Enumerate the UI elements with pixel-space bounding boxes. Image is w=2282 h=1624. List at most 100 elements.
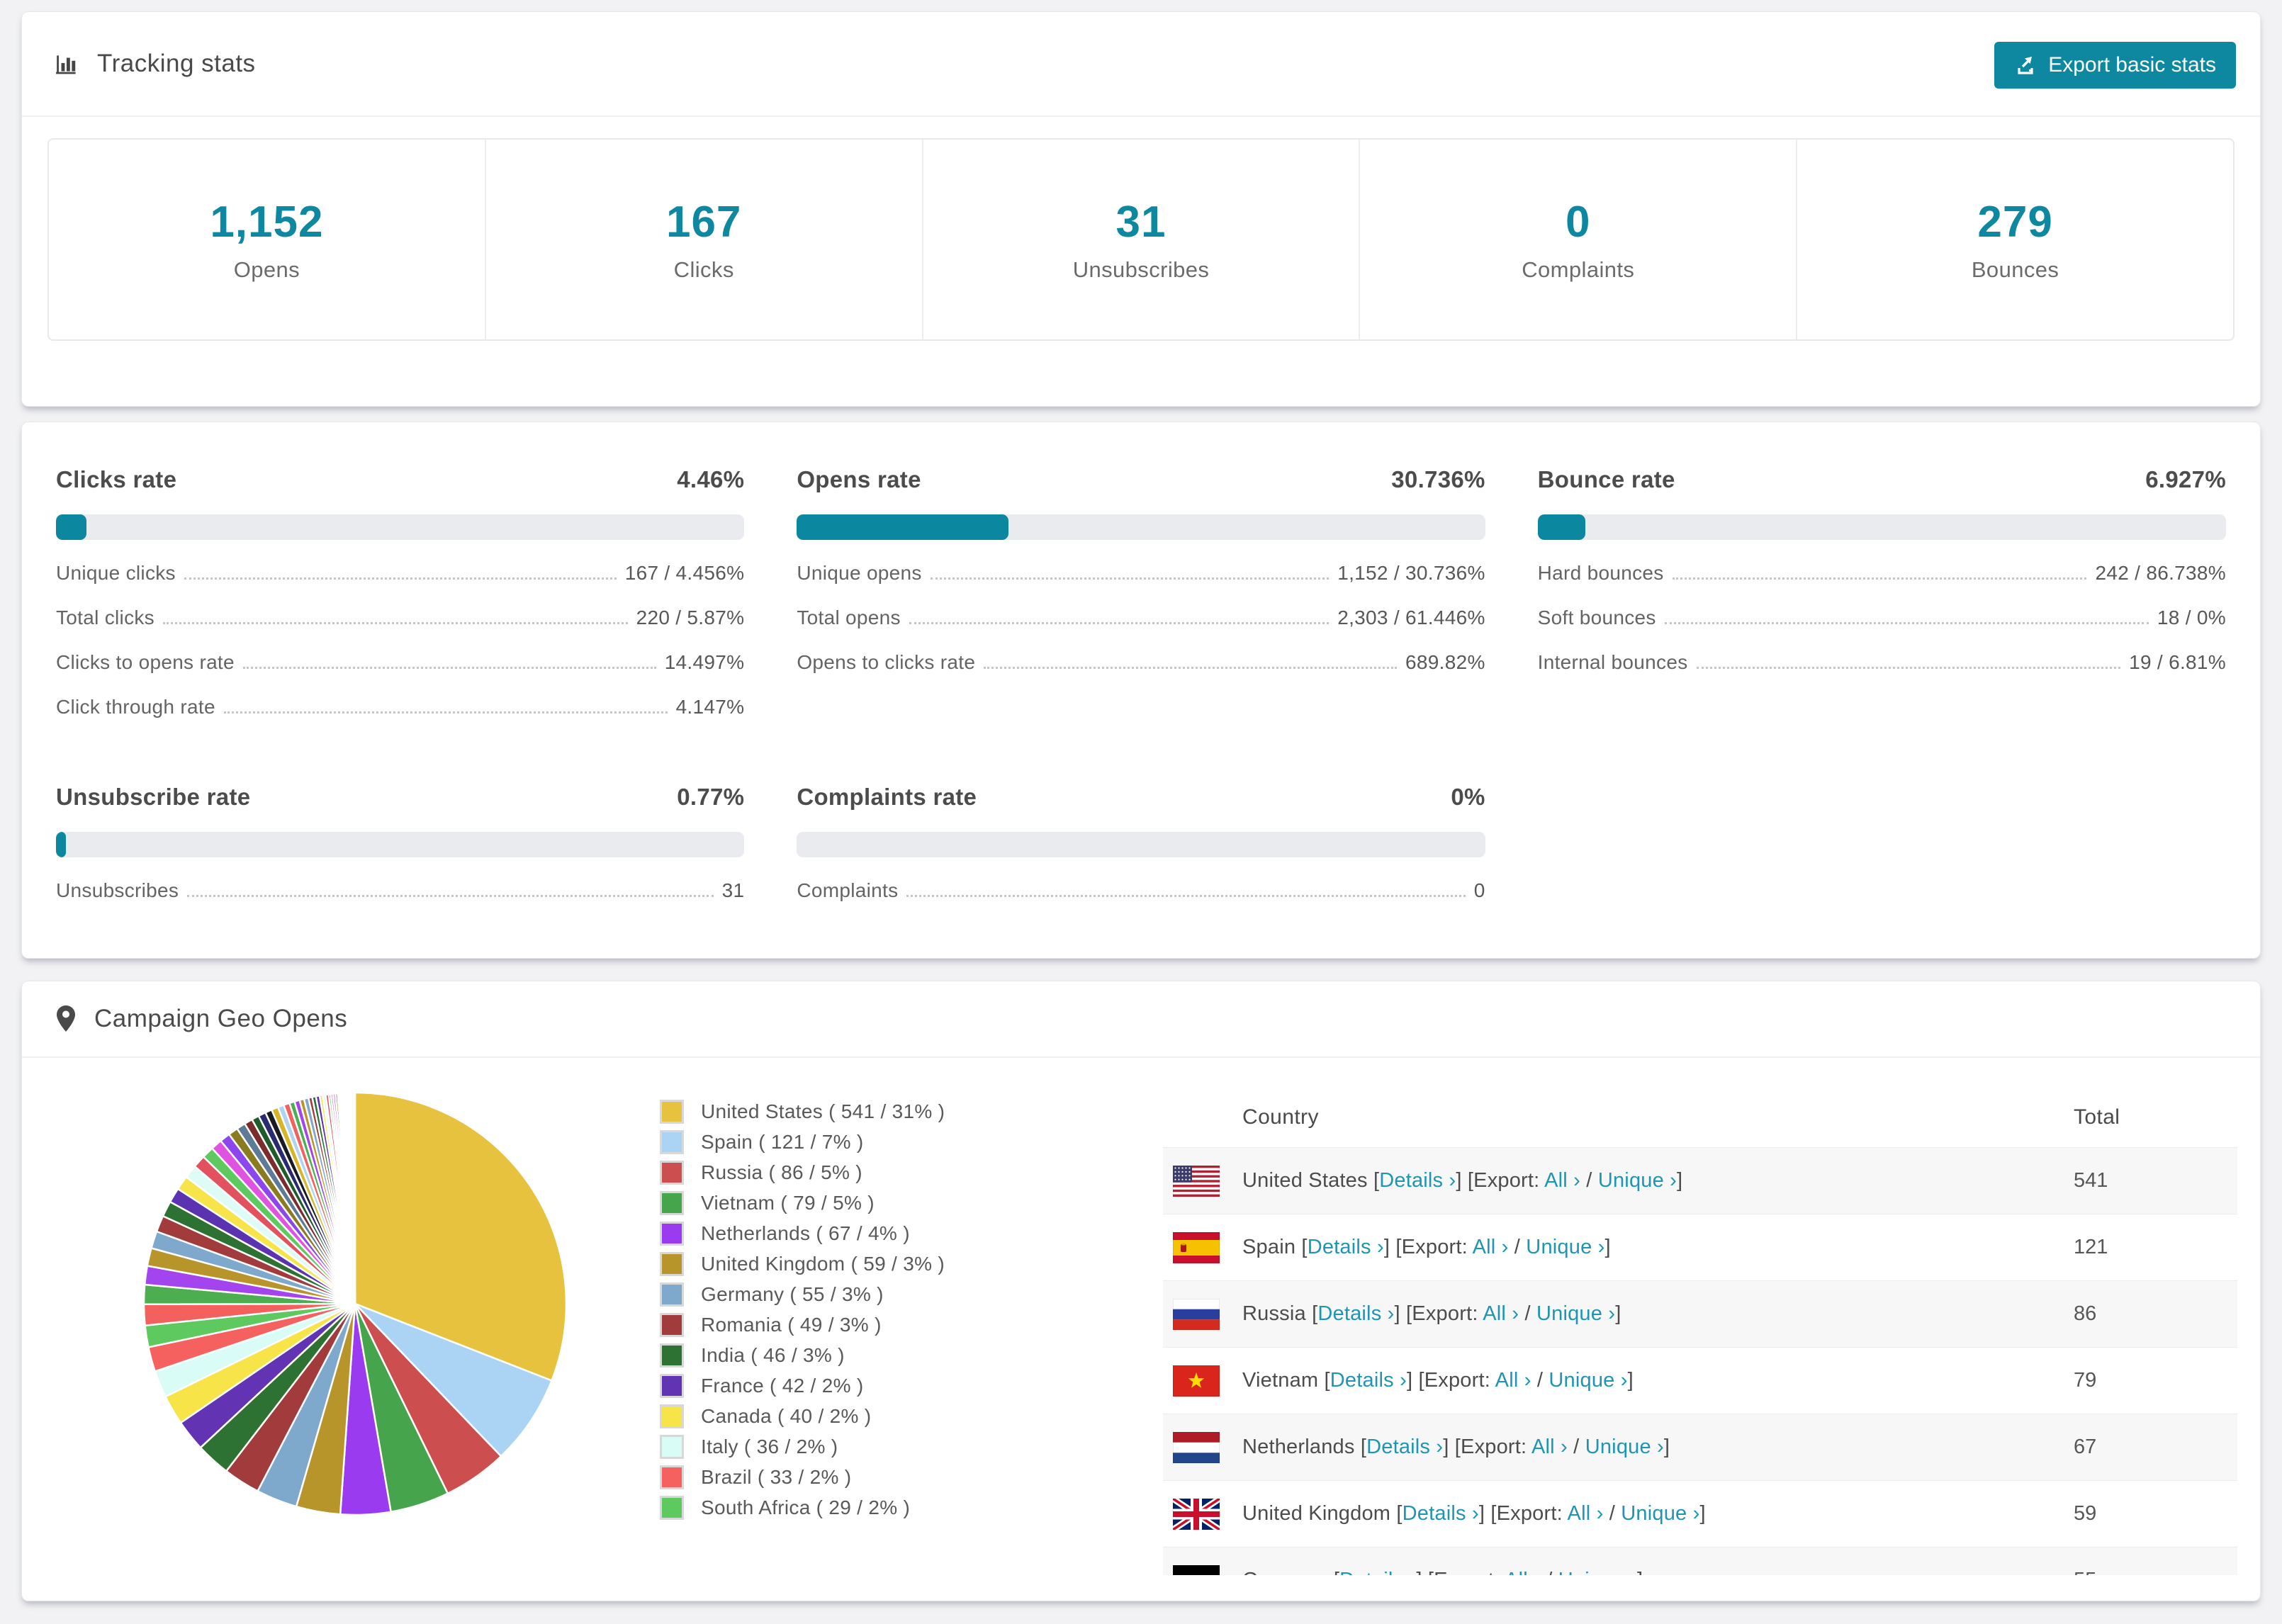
pie-legend: United States ( 541 / 31% ) Spain ( 121 /… [660, 1096, 945, 1523]
export-all-link[interactable]: All › [1483, 1302, 1519, 1325]
export-all-link[interactable]: All › [1473, 1236, 1509, 1258]
country-name: Vietnam [ [1242, 1369, 1330, 1392]
geo-pie-wrap [139, 1088, 571, 1520]
details-link[interactable]: Details › [1308, 1236, 1384, 1258]
rate-metric-row: Click through rate 4.147% [56, 696, 744, 718]
export-unique-link[interactable]: Unique › [1548, 1369, 1627, 1392]
pie-slice[interactable] [353, 1091, 356, 1304]
legend-item: India ( 46 / 3% ) [660, 1340, 945, 1370]
export-icon [2014, 54, 2037, 77]
metric-label: Complaints [797, 879, 899, 901]
details-link[interactable]: Details › [1366, 1436, 1443, 1458]
legend-item: Romania ( 49 / 3% ) [660, 1309, 945, 1340]
flag-image [1173, 1564, 1220, 1575]
rates-card: Clicks rate 4.46% Unique clicks 167 / 4.456… [21, 422, 2261, 959]
metric-value: 242 / 86.738% [2095, 562, 2226, 584]
details-link[interactable]: Details › [1330, 1369, 1407, 1392]
rate-block: Clicks rate 4.46% Unique clicks 167 / 4.456… [56, 466, 745, 718]
rate-title: Complaints rate [797, 784, 977, 810]
stat-cell-unsubscribes: 31 Unsubscribes [921, 140, 1359, 339]
export-all-link[interactable]: All › [1495, 1369, 1531, 1392]
rate-title: Clicks rate [56, 466, 177, 492]
metric-value: 689.82% [1405, 651, 1485, 673]
export-unique-link[interactable]: Unique › [1585, 1436, 1664, 1458]
legend-label: Netherlands ( 67 / 4% ) [701, 1222, 910, 1244]
export-unique-link[interactable]: Unique › [1558, 1569, 1637, 1575]
country-name: United Kingdom [ [1242, 1502, 1403, 1525]
country-total: 59 [2074, 1502, 2097, 1525]
metric-value: 31 [721, 879, 745, 901]
rate-percent: 30.736% [1391, 466, 1485, 492]
country-cell: United Kingdom [Details ›] [Export: All … [1242, 1502, 1706, 1525]
progress-track [797, 514, 1485, 540]
flag-image [1173, 1365, 1220, 1397]
legend-swatch [660, 1465, 684, 1489]
export-all-link[interactable]: All › [1568, 1502, 1604, 1525]
legend-item: France ( 42 / 2% ) [660, 1370, 945, 1401]
dotted-leader [1664, 622, 2149, 624]
table-row: Spain [Details ›] [Export: All › / Uniqu… [1163, 1214, 2237, 1280]
legend-swatch [660, 1434, 684, 1459]
export-unique-link[interactable]: Unique › [1621, 1502, 1699, 1525]
table-row: Vietnam [Details ›] [Export: All › / Uni… [1163, 1347, 2237, 1414]
progress-fill [56, 832, 66, 857]
country-cell: Vietnam [Details ›] [Export: All › / Uni… [1242, 1369, 1634, 1392]
country-total: 541 [2074, 1169, 2108, 1192]
export-basic-stats-button[interactable]: Export basic stats [1994, 42, 2236, 89]
export-unique-link[interactable]: Unique › [1526, 1236, 1604, 1258]
dotted-leader [187, 895, 714, 897]
legend-label: France ( 42 / 2% ) [701, 1374, 864, 1397]
metric-value: 2,303 / 61.446% [1337, 607, 1485, 628]
geo-table-body: United States [Details ›] [Export: All ›… [1163, 1147, 2237, 1575]
export-all-link[interactable]: All › [1505, 1569, 1541, 1575]
country-name: Spain [ [1242, 1236, 1308, 1258]
rate-percent: 4.46% [677, 466, 745, 492]
metric-value: 220 / 5.87% [636, 607, 745, 628]
dotted-leader [984, 667, 1398, 669]
flag-image [1173, 1498, 1220, 1530]
dotted-leader [162, 622, 628, 624]
legend-label: United Kingdom ( 59 / 3% ) [701, 1252, 945, 1275]
country-total: 67 [2074, 1436, 2097, 1458]
table-row: Russia [Details ›] [Export: All › / Uniq… [1163, 1280, 2237, 1347]
flag-gb [1173, 1498, 1220, 1530]
dotted-leader [906, 895, 1466, 897]
legend-item: Italy ( 36 / 2% ) [660, 1431, 945, 1462]
table-row: United States [Details ›] [Export: All ›… [1163, 1147, 2237, 1214]
legend-item: Canada ( 40 / 2% ) [660, 1401, 945, 1431]
flag-image [1173, 1431, 1220, 1463]
legend-swatch [660, 1099, 684, 1124]
legend-label: Germany ( 55 / 3% ) [701, 1282, 884, 1305]
geo-title: Campaign Geo Opens [94, 1005, 348, 1032]
rate-block: Unsubscribe rate 0.77% Unsubscribes 31 [56, 784, 745, 902]
dotted-leader [184, 577, 617, 580]
legend-item: South Africa ( 29 / 2% ) [660, 1492, 945, 1523]
rate-metric-row: Clicks to opens rate 14.497% [56, 651, 744, 674]
legend-label: Italy ( 36 / 2% ) [701, 1435, 838, 1457]
legend-swatch [660, 1495, 684, 1520]
export-unique-link[interactable]: Unique › [1598, 1169, 1677, 1192]
legend-item: United States ( 541 / 31% ) [660, 1096, 945, 1127]
stat-cell-opens: 1,152 Opens [49, 140, 485, 339]
export-all-link[interactable]: All › [1531, 1436, 1568, 1458]
map-pin-icon [55, 1005, 77, 1033]
rate-title: Opens rate [797, 466, 921, 492]
rate-metric-row: Complaints 0 [797, 879, 1485, 902]
legend-swatch [660, 1343, 684, 1368]
details-link[interactable]: Details › [1403, 1502, 1479, 1525]
legend-swatch [660, 1190, 684, 1215]
rate-block: Opens rate 30.736% Unique opens 1,152 / 30.… [797, 466, 1485, 718]
flag-nl [1173, 1431, 1220, 1463]
metric-label: Total opens [797, 607, 901, 628]
details-link[interactable]: Details › [1379, 1169, 1456, 1192]
details-link[interactable]: Details › [1317, 1302, 1394, 1325]
country-cell: Russia [Details ›] [Export: All › / Uniq… [1242, 1302, 1621, 1325]
country-name: Russia [ [1242, 1302, 1318, 1325]
table-row: Germany [Details ›] [Export: All › / Uni… [1163, 1547, 2237, 1575]
rate-percent: 6.927% [2145, 466, 2226, 492]
export-unique-link[interactable]: Unique › [1536, 1302, 1615, 1325]
legend-item: United Kingdom ( 59 / 3% ) [660, 1248, 945, 1279]
progress-track [1537, 514, 2226, 540]
export-all-link[interactable]: All › [1544, 1169, 1580, 1192]
details-link[interactable]: Details › [1339, 1569, 1416, 1575]
